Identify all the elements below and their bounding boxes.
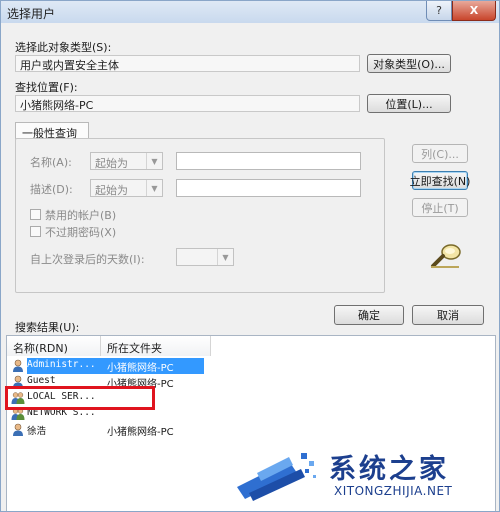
description-label: 描述(D): [30,183,73,196]
name-mode-value: 起始为 [95,157,128,170]
result-row-xuhao[interactable]: 徐浩 小猪熊网络-PC [7,422,207,438]
column-header-name[interactable]: 名称(RDN) [7,336,101,356]
location-field: 小猪熊网络-PC [15,95,360,112]
days-since-login-label: 自上次登录后的天数(I): [30,253,145,266]
select-users-dialog: 选择用户 ? X 选择此对象类型(S): 用户或内置安全主体 对象类型(O)..… [0,0,500,512]
chevron-down-icon: ▼ [146,153,162,169]
cancel-button[interactable]: 取消 [412,305,484,325]
description-mode-value: 起始为 [95,184,128,197]
column-header-folder[interactable]: 所在文件夹 [101,336,211,356]
locations-button[interactable]: 位置(L)... [367,94,451,113]
non-expiring-password-label: 不过期密码(X) [45,226,117,239]
days-since-login-select[interactable]: ▼ [176,248,234,266]
object-type-label: 选择此对象类型(S): [15,41,112,54]
object-types-button[interactable]: 对象类型(O)... [367,54,451,73]
non-expiring-password-checkbox[interactable] [30,226,41,237]
result-name: Guest [27,375,56,386]
description-input[interactable] [176,179,361,197]
disabled-accounts-label: 禁用的帐户(B) [45,209,117,222]
ok-button[interactable]: 确定 [334,305,404,325]
name-label: 名称(A): [30,156,72,169]
tab-common-queries[interactable]: 一般性查询 [15,122,89,140]
result-row-administrator[interactable]: Administr... 小猪熊网络-PC [7,358,207,374]
dialog-title: 选择用户 [7,7,56,21]
close-button[interactable]: X [452,1,496,21]
description-mode-select[interactable]: 起始为 ▼ [90,179,163,197]
search-results-label: 搜索结果(U): [15,321,80,334]
disabled-accounts-checkbox[interactable] [30,209,41,220]
name-mode-select[interactable]: 起始为 ▼ [90,152,163,170]
stop-button[interactable]: 停止(T) [412,198,468,217]
object-type-field: 用户或内置安全主体 [15,55,360,72]
find-now-button[interactable]: 立即查找(N) [410,171,470,190]
user-icon [13,423,23,436]
site-logo-icon [237,453,316,501]
result-name: Administr... [27,359,96,370]
watermark: 系统之家 XITONGZHIJIA.NET [227,441,499,511]
highlight-annotation-box [5,386,155,410]
result-name: 徐浩 [27,426,47,437]
name-input[interactable] [176,152,361,170]
watermark-url: XITONGZHIJIA.NET [334,484,453,498]
location-label: 查找位置(F): [15,81,78,94]
title-bar[interactable]: 选择用户 ? X [1,1,499,23]
chevron-down-icon: ▼ [217,249,233,265]
help-button[interactable]: ? [426,1,452,21]
columns-button[interactable]: 列(C)... [412,144,468,163]
search-magnifier-icon [429,241,463,271]
result-folder: 小猪熊网络-PC [107,427,174,438]
chevron-down-icon: ▼ [146,180,162,196]
result-folder: 小猪熊网络-PC [107,363,174,374]
watermark-title: 系统之家 [329,454,449,485]
user-icon [13,359,23,372]
